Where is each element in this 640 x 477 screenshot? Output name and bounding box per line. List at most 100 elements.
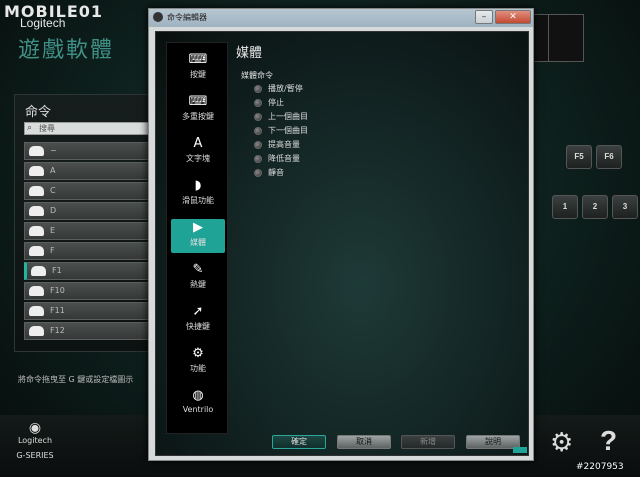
new-button[interactable]: 新增 (401, 435, 455, 449)
dialog-body: ⌨ 按鍵 ⌨ 多重按鍵 A 文字塊 ◗ 滑鼠功能 ▶ 媒體 ✎ 熱鍵 ➚ 快捷鍵 ⚙ 功能 ◍ V… (155, 31, 529, 456)
radio-label: 降低音量 (268, 154, 300, 163)
nav-item-ventrilo[interactable]: ◍ Ventrilo (171, 387, 225, 425)
logitech-small-icon (153, 12, 163, 22)
logitech-wordmark: Logitech (20, 16, 66, 30)
dialog-title: 命令編輯器 (167, 13, 207, 22)
command-label: C (50, 186, 56, 195)
nav-item-shortcut[interactable]: ➚ 快捷鍵 (171, 303, 225, 341)
command-item[interactable]: F (24, 242, 150, 260)
radio-volume-down[interactable]: 降低音量 (254, 154, 300, 163)
key-icon (29, 186, 44, 196)
command-item[interactable]: D (24, 202, 150, 220)
command-item[interactable]: F10 (24, 282, 150, 300)
command-label: F10 (50, 286, 65, 295)
key-icon (29, 326, 44, 336)
radio-button[interactable] (254, 168, 262, 177)
hotkey-icon: ✎ (192, 262, 204, 277)
resize-grip[interactable] (513, 447, 527, 453)
radio-stop[interactable]: 停止 (254, 98, 284, 107)
function-icon: ⚙ (192, 346, 204, 361)
command-item[interactable]: E (24, 222, 150, 240)
close-button[interactable]: ✕ (495, 10, 531, 24)
minimize-button[interactable]: – (475, 10, 493, 24)
radio-label: 播放/暫停 (268, 84, 303, 93)
drag-hint-text: 將命令拖曳至 G 鍵或設定檔圖示 (18, 375, 134, 384)
nav-label: 快捷鍵 (186, 322, 210, 331)
shortcut-arrow-icon: ➚ (192, 304, 204, 319)
radio-button[interactable] (254, 140, 262, 149)
nav-item-media[interactable]: ▶ 媒體 (171, 219, 225, 253)
keyboard-key[interactable]: 2 (582, 195, 608, 219)
radio-previous-track[interactable]: 上一個曲目 (254, 112, 308, 121)
nav-item-text-block[interactable]: A 文字塊 (171, 135, 225, 173)
logitech-label: Logitech (17, 436, 53, 445)
search-icon: ⌕ (27, 123, 33, 133)
radio-button[interactable] (254, 98, 262, 107)
nav-item-keystroke[interactable]: ⌨ 按鍵 (171, 51, 225, 89)
keyboard-key[interactable]: F5 (566, 145, 592, 169)
radio-play-pause[interactable]: 播放/暫停 (254, 84, 303, 93)
command-label: − (50, 146, 57, 155)
nav-label: 多重按鍵 (182, 112, 214, 121)
search-placeholder: 搜尋 (39, 124, 55, 133)
radio-mute[interactable]: 靜音 (254, 168, 284, 177)
radio-label: 靜音 (268, 168, 284, 177)
command-item[interactable]: F1 (24, 262, 150, 280)
radio-button[interactable] (254, 154, 262, 163)
command-label: E (50, 226, 56, 235)
nav-label: 熱鍵 (190, 280, 206, 289)
key-icon (29, 286, 44, 296)
nav-item-function[interactable]: ⚙ 功能 (171, 345, 225, 383)
cancel-button[interactable]: 取消 (337, 435, 391, 449)
section-label: 媒體命令 (241, 71, 273, 80)
dialog-titlebar[interactable]: 命令編輯器 – ✕ (149, 9, 533, 27)
gear-icon[interactable]: ⚙ (550, 428, 573, 458)
nav-item-hotkey[interactable]: ✎ 熱鍵 (171, 261, 225, 299)
command-item[interactable]: F11 (24, 302, 150, 320)
keyboard-key[interactable]: 3 (612, 195, 638, 219)
command-search-input[interactable]: ⌕ 搜尋 (24, 122, 150, 135)
headset-icon: ◍ (192, 388, 204, 403)
command-item[interactable]: F12 (24, 322, 150, 340)
radio-label: 上一個曲目 (268, 112, 308, 121)
keyboard-key[interactable]: F6 (596, 145, 622, 169)
mouse-icon: ◗ (194, 178, 202, 193)
radio-button[interactable] (254, 84, 262, 93)
text-block-icon: A (193, 136, 203, 151)
radio-label: 下一個曲目 (268, 126, 308, 135)
radio-button[interactable] (254, 126, 262, 135)
nav-label: 按鍵 (190, 70, 206, 79)
help-button[interactable]: 說明 (466, 435, 520, 449)
panel-title: 媒體 (236, 46, 263, 61)
radio-next-track[interactable]: 下一個曲目 (254, 126, 308, 135)
nav-label: 文字塊 (186, 154, 210, 163)
commands-panel: 命令 ⌕ 搜尋 − A C D E F F1 F10 F11 F12 (14, 94, 150, 352)
nav-label: 媒體 (190, 238, 206, 247)
profile-tile[interactable] (548, 14, 584, 62)
radio-button[interactable] (254, 112, 262, 121)
radio-volume-up[interactable]: 提高音量 (254, 140, 300, 149)
nav-item-mouse[interactable]: ◗ 滑鼠功能 (171, 177, 225, 215)
commands-title: 命令 (25, 105, 52, 120)
command-item[interactable]: C (24, 182, 150, 200)
key-icon (29, 166, 44, 176)
series-label: G-SERIES (16, 451, 54, 460)
key-icon (29, 226, 44, 236)
key-icon (29, 306, 44, 316)
command-label: F12 (50, 326, 65, 335)
nav-label: 功能 (190, 364, 206, 373)
command-label: D (50, 206, 57, 215)
nav-item-multikey[interactable]: ⌨ 多重按鍵 (171, 93, 225, 131)
key-icon (29, 146, 44, 156)
ok-button[interactable]: 確定 (272, 435, 326, 449)
keyboard-key[interactable]: 1 (552, 195, 578, 219)
command-editor-dialog: 命令編輯器 – ✕ ⌨ 按鍵 ⌨ 多重按鍵 A 文字塊 ◗ 滑鼠功能 ▶ 媒體 ✎ 熱鍵 ➚… (148, 8, 534, 461)
app-title: 遊戲軟體 (18, 38, 115, 63)
command-label: A (50, 166, 56, 175)
radio-label: 提高音量 (268, 140, 300, 149)
help-icon[interactable]: ? (600, 425, 617, 457)
command-item[interactable]: A (24, 162, 150, 180)
watermark-id: #2207953 (576, 462, 624, 472)
key-icon (31, 266, 46, 276)
command-item[interactable]: − (24, 142, 150, 160)
